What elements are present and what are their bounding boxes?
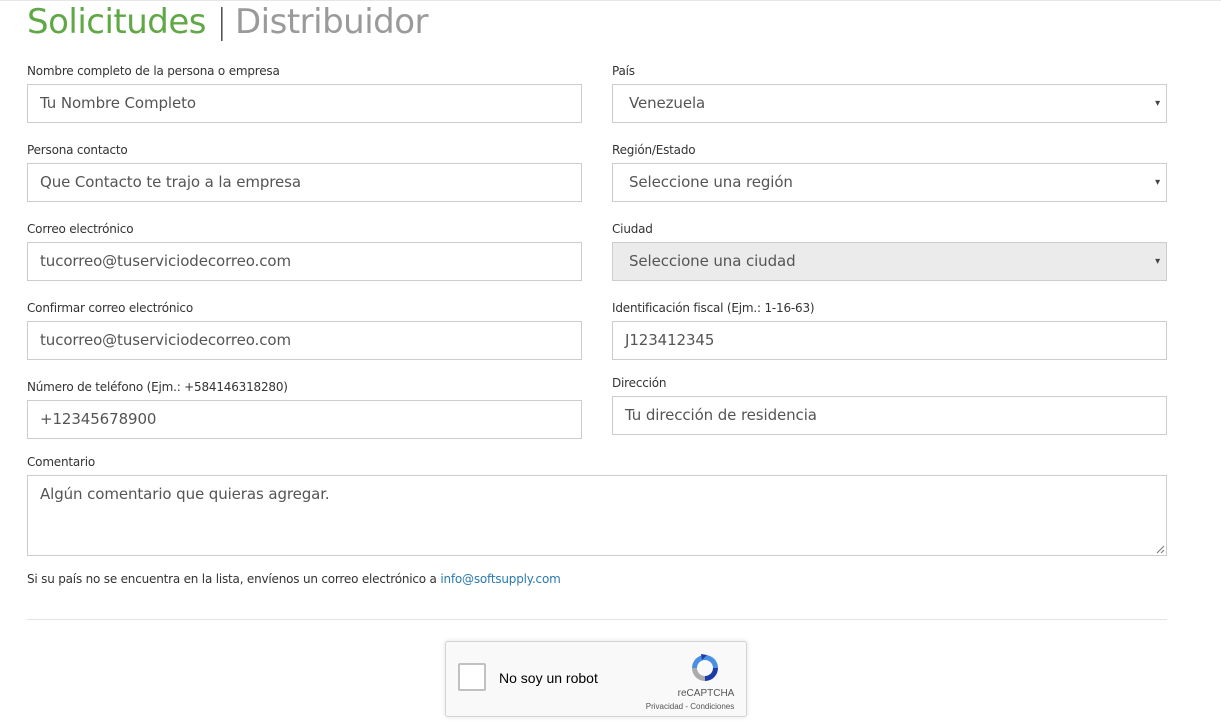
- comment-label: Comentario: [27, 455, 96, 469]
- recaptcha-widget: No soy un robot reCAPTCHA Privacidad - C…: [445, 641, 747, 717]
- comment-placeholder: Algún comentario que quieras agregar.: [40, 485, 330, 503]
- address-input[interactable]: Tu dirección de residencia: [612, 396, 1167, 435]
- confirm-email-label: Confirmar correo electrónico: [27, 301, 193, 315]
- top-border: [0, 0, 1221, 1]
- recaptcha-checkbox[interactable]: [458, 663, 486, 691]
- country-not-listed-note: Si su país no se encuentra en la lista, …: [27, 572, 561, 586]
- title-secondary: Distribuidor: [234, 2, 429, 42]
- email-input[interactable]: tucorreo@tuserviciodecorreo.com: [27, 242, 582, 281]
- country-label: País: [612, 64, 635, 78]
- country-select-value: Venezuela: [629, 94, 706, 112]
- region-label: Región/Estado: [612, 143, 696, 157]
- city-label: Ciudad: [612, 222, 653, 236]
- note-text: Si su país no se encuentra en la lista, …: [27, 572, 441, 586]
- contact-person-input[interactable]: Que Contacto te trajo a la empresa: [27, 163, 582, 202]
- recaptcha-label: No soy un robot: [499, 670, 598, 686]
- divider: [27, 619, 1167, 620]
- phone-input[interactable]: +12345678900: [27, 400, 582, 439]
- city-select[interactable]: Seleccione una ciudad ▾: [612, 242, 1167, 281]
- tax-id-label: Identificación fiscal (Ejm.: 1-16-63): [612, 301, 815, 315]
- full-name-input[interactable]: Tu Nombre Completo: [27, 84, 582, 123]
- phone-label: Número de teléfono (Ejm.: +584146318280): [27, 380, 288, 394]
- privacy-link[interactable]: Privacidad: [646, 702, 683, 711]
- region-select[interactable]: Seleccione una región ▾: [612, 163, 1167, 202]
- confirm-email-input[interactable]: tucorreo@tuserviciodecorreo.com: [27, 321, 582, 360]
- contact-email-link[interactable]: info@softsupply.com: [440, 572, 560, 586]
- resize-handle-icon[interactable]: [1155, 544, 1165, 554]
- title-primary: Solicitudes: [27, 2, 207, 42]
- comment-textarea[interactable]: Algún comentario que quieras agregar.: [27, 475, 1167, 556]
- address-label: Dirección: [612, 376, 667, 390]
- region-select-value: Seleccione una región: [629, 173, 793, 191]
- recaptcha-brand: reCAPTCHA: [677, 688, 735, 699]
- page-title: Solicitudes | Distribuidor: [27, 2, 429, 42]
- chevron-down-icon: ▾: [1155, 256, 1160, 267]
- chevron-down-icon: ▾: [1155, 177, 1160, 188]
- recaptcha-logo-icon: [692, 654, 718, 681]
- contact-person-label: Persona contacto: [27, 143, 128, 157]
- recaptcha-links: Privacidad - Condiciones: [636, 702, 744, 711]
- chevron-down-icon: ▾: [1155, 98, 1160, 109]
- tax-id-input[interactable]: J123412345: [612, 321, 1167, 360]
- terms-link[interactable]: Condiciones: [690, 702, 734, 711]
- city-select-value: Seleccione una ciudad: [629, 252, 796, 270]
- title-separator: |: [216, 2, 227, 42]
- full-name-label: Nombre completo de la persona o empresa: [27, 64, 280, 78]
- email-label: Correo electrónico: [27, 222, 134, 236]
- country-select[interactable]: Venezuela ▾: [612, 84, 1167, 123]
